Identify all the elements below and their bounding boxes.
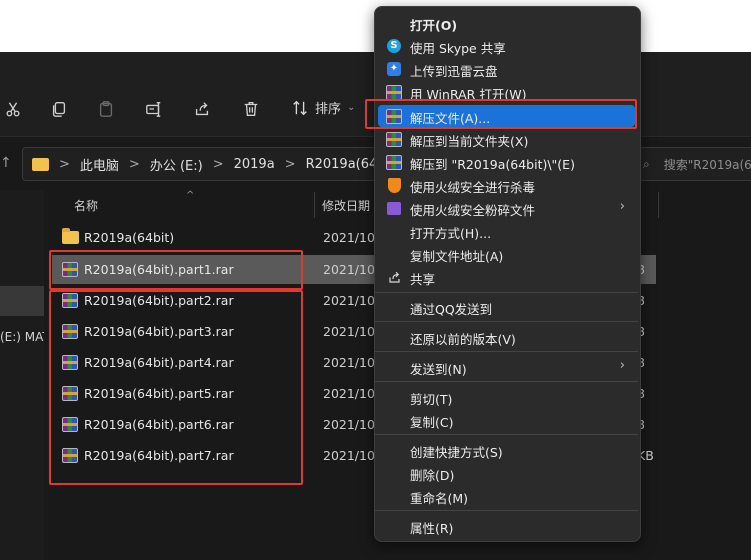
menu-item-restore-versions[interactable]: 还原以前的版本(V)	[378, 326, 635, 348]
menu-item-label: 属性(R)	[410, 521, 454, 536]
menu-item-cut[interactable]: 剪切(T)	[378, 386, 635, 408]
menu-item-label: 共享	[410, 272, 436, 287]
file-name: R2019a(64bit)	[84, 230, 175, 245]
breadcrumb-this-pc[interactable]: 此电脑	[80, 155, 119, 174]
menu-item-label: 使用火绒安全进行杀毒	[410, 180, 536, 195]
column-divider[interactable]	[314, 192, 315, 218]
menu-item-label: 复制文件地址(A)	[410, 249, 504, 264]
file-date: 2021/10/	[323, 230, 380, 245]
menu-item-send-via-qq[interactable]: 通过QQ发送到	[378, 296, 635, 318]
breadcrumb-2019a[interactable]: 2019a	[234, 157, 275, 172]
menu-item-copy[interactable]: 复制(C)	[378, 409, 635, 431]
annotation-box-other-parts	[49, 290, 303, 485]
menu-separator	[375, 351, 638, 352]
xunlei-icon: ✦	[386, 61, 402, 77]
sidebar-item-selected[interactable]	[0, 286, 44, 316]
huorong-shred-icon	[386, 200, 402, 216]
search-input[interactable]: ⌕ 搜索"R2019a(64bit)	[636, 147, 751, 181]
file-date: 2021/10/	[323, 293, 380, 308]
skype-icon: S	[386, 38, 402, 54]
menu-item-open[interactable]: 打开(O)	[378, 12, 635, 34]
file-date: 2021/10/	[323, 448, 380, 463]
menu-separator	[375, 510, 638, 511]
submenu-arrow-icon: ›	[619, 358, 625, 373]
menu-item-huorong-shred[interactable]: 使用火绒安全粉碎文件 ›	[378, 197, 635, 219]
file-date: 2021/10/	[323, 386, 380, 401]
menu-item-send-to[interactable]: 发送到(N) ›	[378, 356, 635, 378]
folder-icon	[62, 228, 79, 245]
menu-item-label: 复制(C)	[410, 415, 454, 430]
breadcrumb-separator: >	[59, 156, 70, 172]
menu-item-copy-path[interactable]: 复制文件地址(A)	[378, 243, 635, 265]
context-menu: 打开(O) S 使用 Skype 共享 ✦ 上传到迅雷云盘 用 WinRAR 打…	[374, 6, 641, 542]
breadcrumb-separator: >	[284, 156, 296, 172]
menu-item-extract-here[interactable]: 解压到当前文件夹(X)	[378, 128, 635, 150]
copy-icon[interactable]	[46, 96, 72, 122]
address-bar[interactable]: > 此电脑 > 办公 (E:) > 2019a > R2019a(64bit)	[22, 147, 408, 181]
chevron-down-icon: ⌄	[347, 102, 356, 113]
search-placeholder: 搜索"R2019a(64bit)	[663, 157, 751, 172]
menu-item-extract-to-folder[interactable]: 解压到 "R2019a(64bit)\"(E)	[378, 151, 635, 173]
sidebar-item-drive[interactable]: (E:) MAT	[0, 330, 50, 344]
menu-item-label: 通过QQ发送到	[410, 302, 493, 317]
search-icon: ⌕	[643, 156, 650, 171]
breadcrumb-drive-e[interactable]: 办公 (E:)	[150, 155, 203, 174]
menu-item-label: 重命名(M)	[410, 491, 469, 506]
menu-separator	[375, 381, 638, 382]
submenu-arrow-icon: ›	[619, 199, 625, 214]
share-icon	[386, 269, 402, 285]
menu-item-huorong-scan[interactable]: 使用火绒安全进行杀毒	[378, 174, 635, 196]
menu-item-label: 剪切(T)	[410, 392, 453, 407]
menu-item-label: 打开方式(H)...	[410, 226, 492, 241]
menu-item-label: 删除(D)	[410, 468, 455, 483]
paste-icon[interactable]	[93, 96, 119, 122]
annotation-box-extract	[365, 99, 637, 129]
sort-button[interactable]: 排序 ⌄	[291, 98, 355, 117]
menu-item-label: 使用火绒安全粉碎文件	[410, 203, 536, 218]
file-date: 2021/10/	[323, 262, 380, 277]
menu-item-properties[interactable]: 属性(R)	[378, 515, 635, 537]
winrar-icon	[386, 84, 402, 100]
menu-item-label: 解压到当前文件夹(X)	[410, 134, 529, 149]
file-date: 2021/10/	[323, 417, 380, 432]
sort-label: 排序	[315, 102, 342, 117]
menu-item-label: 打开(O)	[410, 18, 458, 33]
menu-item-open-with[interactable]: 打开方式(H)...	[378, 220, 635, 242]
delete-icon[interactable]	[238, 96, 264, 122]
menu-item-label: 发送到(N)	[410, 362, 467, 377]
menu-item-label: 创建快捷方式(S)	[410, 445, 503, 460]
huorong-shield-icon	[386, 177, 402, 193]
menu-separator	[375, 292, 638, 293]
menu-separator	[375, 434, 638, 435]
menu-item-label: 使用 Skype 共享	[410, 41, 506, 56]
menu-item-skype-share[interactable]: S 使用 Skype 共享	[378, 35, 635, 57]
column-header-date[interactable]: 修改日期	[322, 197, 370, 214]
menu-item-share[interactable]: 共享	[378, 266, 635, 288]
winrar-icon	[386, 154, 402, 170]
sort-ascending-icon: ^	[186, 190, 195, 201]
winrar-icon	[386, 131, 402, 147]
cut-icon[interactable]	[0, 96, 26, 122]
file-date: 2021/10/	[323, 324, 380, 339]
menu-item-delete[interactable]: 删除(D)	[378, 462, 635, 484]
folder-icon	[32, 157, 49, 171]
navigation-pane	[0, 190, 44, 560]
sort-icon	[293, 100, 307, 115]
breadcrumb-separator: >	[212, 156, 224, 172]
menu-item-xunlei-upload[interactable]: ✦ 上传到迅雷云盘	[378, 58, 635, 80]
menu-item-create-shortcut[interactable]: 创建快捷方式(S)	[378, 439, 635, 461]
menu-item-rename[interactable]: 重命名(M)	[378, 485, 635, 507]
up-arrow-icon[interactable]: ↑	[0, 155, 12, 171]
menu-separator	[375, 321, 638, 322]
share-icon[interactable]	[189, 96, 215, 122]
menu-item-label: 上传到迅雷云盘	[410, 64, 498, 79]
file-date: 2021/10/	[323, 355, 380, 370]
rename-icon[interactable]	[141, 96, 167, 122]
annotation-box-part1	[49, 250, 303, 290]
column-divider[interactable]	[658, 192, 659, 218]
column-header-name[interactable]: 名称	[74, 197, 98, 214]
menu-item-label: 还原以前的版本(V)	[410, 332, 516, 347]
breadcrumb-separator: >	[128, 156, 140, 172]
menu-item-label: 解压到 "R2019a(64bit)\"(E)	[410, 157, 575, 172]
